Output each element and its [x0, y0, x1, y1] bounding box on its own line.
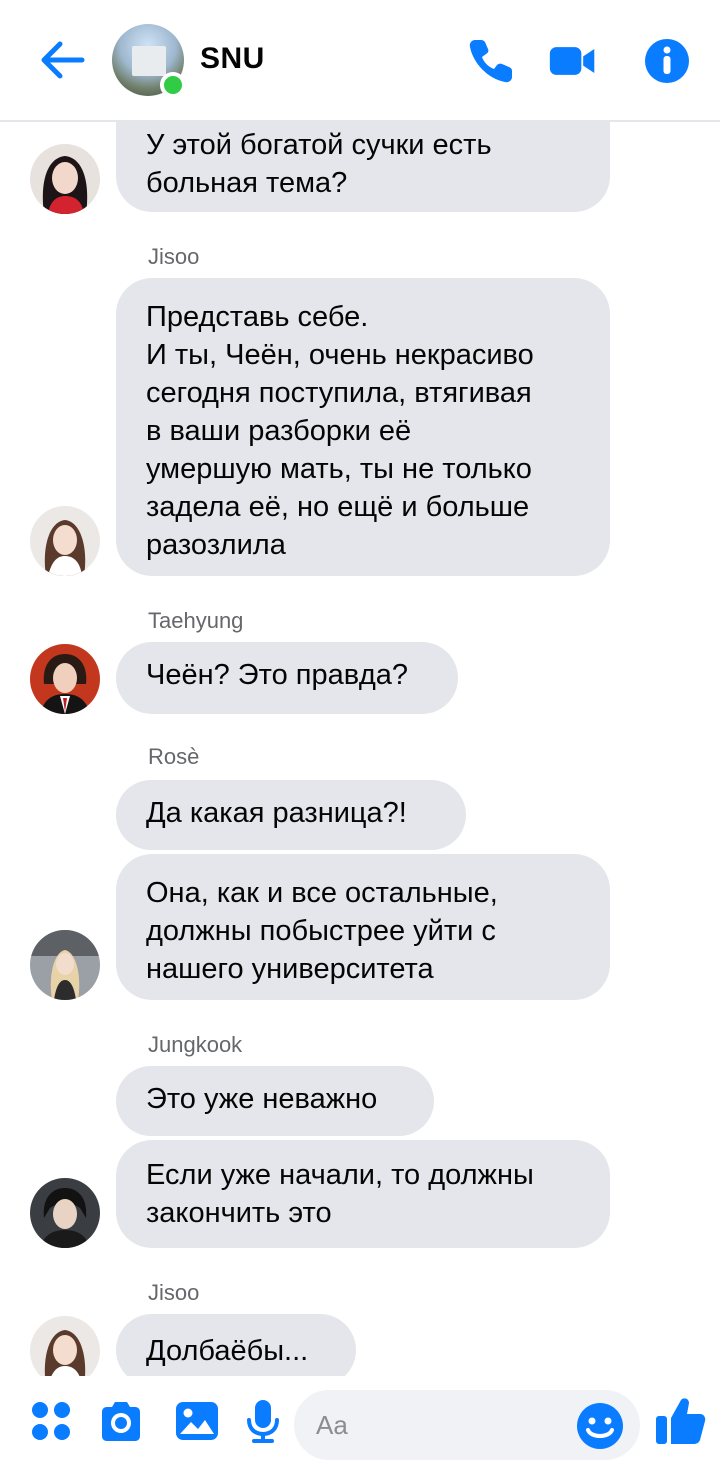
microphone-icon[interactable] [240, 1398, 286, 1444]
sender-name: Jisoo [148, 244, 200, 269]
four-dots-menu-icon[interactable] [28, 1398, 74, 1444]
message-bubble[interactable]: Это уже неважно [116, 1066, 434, 1136]
sender-avatar[interactable] [30, 644, 100, 714]
thumbs-up-icon[interactable] [654, 1394, 708, 1448]
group-avatar[interactable] [112, 24, 186, 98]
chat-header: SNU [0, 0, 720, 122]
sender-avatar[interactable] [30, 930, 100, 1000]
online-status-dot [160, 72, 186, 98]
sender-avatar[interactable] [30, 1316, 100, 1376]
message-bubble[interactable]: Да какая разница?! [116, 780, 466, 850]
message-bubble[interactable]: Чеён? Это правда? [116, 642, 458, 714]
chat-title[interactable]: SNU [200, 42, 265, 76]
message-bubble[interactable]: Долбаёбы... [116, 1314, 356, 1376]
message-bubble[interactable]: У этой богатой сучки есть больная тема? [116, 122, 610, 212]
message-bubble[interactable]: Если уже начали, то должны закончить это [116, 1140, 610, 1248]
phone-icon[interactable] [466, 36, 516, 86]
sender-name: Jungkook [148, 1032, 243, 1057]
sender-avatar[interactable] [30, 506, 100, 576]
message-composer [0, 1376, 720, 1466]
message-input-box[interactable] [294, 1390, 640, 1460]
sender-name: Rosè [148, 744, 200, 769]
sender-avatar[interactable] [30, 144, 100, 214]
message-list[interactable]: У этой богатой сучки есть больная тема? … [0, 122, 720, 1376]
image-gallery-icon[interactable] [174, 1398, 220, 1444]
message-bubble[interactable]: Представь себе. И ты, Чеён, очень некрас… [116, 278, 610, 576]
message-bubble[interactable]: Она, как и все остальные, должны побыстр… [116, 854, 610, 1000]
sender-name: Jisoo [148, 1280, 200, 1305]
video-camera-icon[interactable] [548, 36, 598, 86]
back-arrow-icon[interactable] [38, 38, 86, 82]
camera-icon[interactable] [98, 1398, 144, 1444]
smiley-icon[interactable] [576, 1402, 624, 1450]
building-image [132, 46, 166, 76]
message-input[interactable] [316, 1404, 566, 1446]
sender-name: Taehyung [148, 608, 244, 633]
sender-avatar[interactable] [30, 1178, 100, 1248]
info-icon[interactable] [642, 36, 692, 86]
